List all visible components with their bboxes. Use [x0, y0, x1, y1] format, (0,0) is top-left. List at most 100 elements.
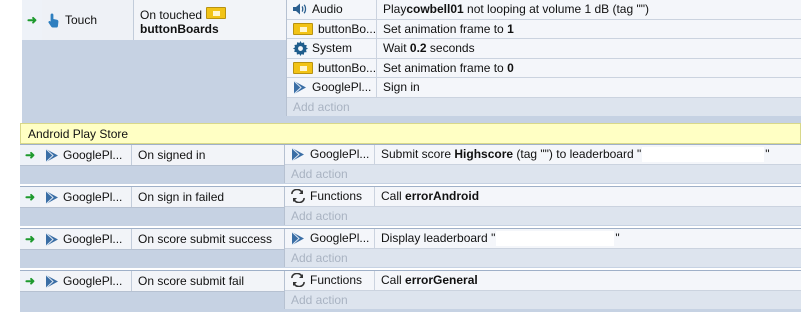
action-text-tail: " — [765, 147, 770, 162]
action-text: Set animation frame to 0 — [377, 59, 801, 78]
action-text-pre: Wait — [383, 41, 410, 56]
condition-object[interactable]: GooglePl... — [40, 229, 132, 249]
action-text: Submit score Highscore (tag "") to leade… — [375, 145, 801, 164]
condition-row[interactable]: ➜ GooglePl... On score submit success — [20, 229, 284, 250]
action-text-pre: Call — [381, 189, 406, 204]
audio-speaker-icon — [292, 1, 308, 17]
condition-object-label: GooglePl... — [63, 232, 123, 246]
button-boards-sprite-icon — [292, 21, 314, 37]
actions-list: Audio Play cowbell01 not looping at volu… — [286, 0, 801, 116]
action-row-sign-in[interactable]: GooglePl... Sign in — [287, 78, 801, 98]
action-row-set-frame[interactable]: buttonBo... Set animation frame to 1 — [287, 19, 801, 39]
action-text-pre: Submit score — [381, 147, 455, 162]
action-text: Display leaderboard " " — [375, 229, 801, 248]
condition-object[interactable]: GooglePl... — [40, 145, 132, 165]
action-text-bold: 0 — [507, 60, 514, 75]
action-row-submit-score[interactable]: GooglePl... Submit score Highscore (tag … — [285, 145, 801, 165]
action-text-pre: Play — [383, 2, 407, 17]
action-object: Functions — [285, 271, 375, 290]
google-play-icon — [44, 273, 60, 289]
condition-text[interactable]: On score submit success — [132, 229, 284, 249]
actions-list: Functions Call errorGeneral Add action — [284, 271, 801, 309]
add-action-link[interactable]: Add action — [285, 291, 801, 309]
action-row-call-function[interactable]: Functions Call errorAndroid — [285, 187, 801, 207]
condition-text[interactable]: On score submit fail — [132, 271, 284, 291]
action-object: buttonBo... — [287, 19, 377, 38]
condition-row[interactable]: ➜ GooglePl... On score submit fail — [20, 271, 284, 292]
action-object-label: Functions — [310, 273, 363, 288]
action-text-pre: Set animation frame to — [383, 21, 508, 36]
condition-label: On touched — [140, 7, 203, 22]
gear-icon — [292, 40, 308, 56]
action-text-pre: Call — [381, 273, 406, 288]
functions-arrows-icon — [290, 272, 306, 288]
event-arrow-icon: ➜ — [20, 229, 40, 249]
condition-object-label: Touch — [65, 13, 98, 27]
action-object-label: System — [312, 41, 353, 56]
action-text-bold: errorGeneral — [405, 273, 478, 288]
event-block-sign-in-failed[interactable]: ➜ GooglePl... On sign in failed Function… — [20, 186, 801, 226]
actions-list: Functions Call errorAndroid Add action — [284, 187, 801, 225]
condition-text[interactable]: On touched buttonBoards — [134, 0, 286, 40]
add-action-link[interactable]: Add action — [285, 165, 801, 183]
action-object-label: buttonBo... — [318, 60, 377, 75]
event-block-score-submit-success[interactable]: ➜ GooglePl... On score submit success Go… — [20, 228, 801, 268]
action-text-tail: " — [615, 231, 620, 246]
action-object-label: Functions — [310, 189, 363, 204]
action-object-label: Audio — [312, 2, 343, 17]
action-object-label: buttonBo... — [318, 21, 377, 36]
event-arrow-icon: ➜ — [22, 0, 42, 40]
google-play-icon — [292, 79, 308, 95]
action-object: Audio — [287, 0, 377, 19]
condition-row[interactable]: ➜ GooglePl... On signed in — [20, 145, 284, 166]
action-text-bold: cowbell01 — [406, 2, 464, 17]
action-text-bold: 1 — [507, 21, 514, 36]
action-text-bold: errorAndroid — [405, 189, 480, 204]
condition-object-label: GooglePl... — [63, 148, 123, 162]
condition-text-line1: On touched — [140, 5, 286, 22]
add-action-link[interactable]: Add action — [287, 98, 801, 116]
action-text-bold: Highscore — [454, 147, 514, 162]
event-arrow-icon: ➜ — [20, 187, 40, 207]
action-row-display-leaderboard[interactable]: GooglePl... Display leaderboard " " — [285, 229, 801, 249]
action-row-call-function[interactable]: Functions Call errorGeneral — [285, 271, 801, 291]
event-block-touch[interactable]: ➜ Touch On touched buttonBoards Audio Pl… — [22, 0, 801, 123]
action-object: buttonBo... — [287, 58, 377, 77]
google-play-icon — [44, 189, 60, 205]
condition-text[interactable]: On sign in failed — [132, 187, 284, 207]
action-object-label: GooglePl... — [312, 80, 372, 95]
event-block-signed-in[interactable]: ➜ GooglePl... On signed in GooglePl... S… — [20, 144, 801, 184]
action-object: GooglePl... — [285, 145, 375, 164]
condition-object[interactable]: GooglePl... — [40, 271, 132, 291]
action-row-set-frame[interactable]: buttonBo... Set animation frame to 0 — [287, 58, 801, 78]
condition-object-label: GooglePl... — [63, 274, 123, 288]
add-action-link[interactable]: Add action — [285, 207, 801, 225]
action-object-label: GooglePl... — [310, 231, 370, 246]
add-action-link[interactable]: Add action — [285, 249, 801, 267]
action-object-label: GooglePl... — [310, 147, 370, 162]
action-text-post: not looping at volume 1 dB (tag "") — [463, 2, 649, 17]
action-text-pre: Display leaderboard " — [381, 231, 496, 246]
button-boards-sprite-icon — [205, 5, 227, 21]
event-block-score-submit-fail[interactable]: ➜ GooglePl... On score submit fail Funct… — [20, 270, 801, 312]
condition-text[interactable]: On signed in — [132, 145, 284, 165]
condition-row[interactable]: ➜ Touch On touched buttonBoards — [22, 0, 286, 40]
action-text: Sign in — [377, 78, 801, 97]
action-row-audio[interactable]: Audio Play cowbell01 not looping at volu… — [287, 0, 801, 20]
action-text: Call errorAndroid — [375, 187, 801, 206]
touch-hand-icon — [46, 12, 62, 28]
condition-param: buttonBoards — [140, 21, 219, 36]
action-object: GooglePl... — [287, 78, 377, 97]
condition-object-label: GooglePl... — [63, 190, 123, 204]
comment-row[interactable]: Android Play Store — [20, 123, 801, 144]
action-row-wait[interactable]: System Wait 0.2 seconds — [287, 39, 801, 59]
actions-list: GooglePl... Display leaderboard " " Add a… — [284, 229, 801, 267]
action-text-pre: Sign in — [383, 80, 420, 95]
condition-row[interactable]: ➜ GooglePl... On sign in failed — [20, 187, 284, 208]
action-text: Play cowbell01 not looping at volume 1 d… — [377, 0, 801, 19]
action-object: GooglePl... — [285, 229, 375, 248]
redacted-value — [642, 146, 765, 162]
condition-object[interactable]: Touch — [42, 0, 134, 40]
google-play-icon — [44, 147, 60, 163]
condition-object[interactable]: GooglePl... — [40, 187, 132, 207]
